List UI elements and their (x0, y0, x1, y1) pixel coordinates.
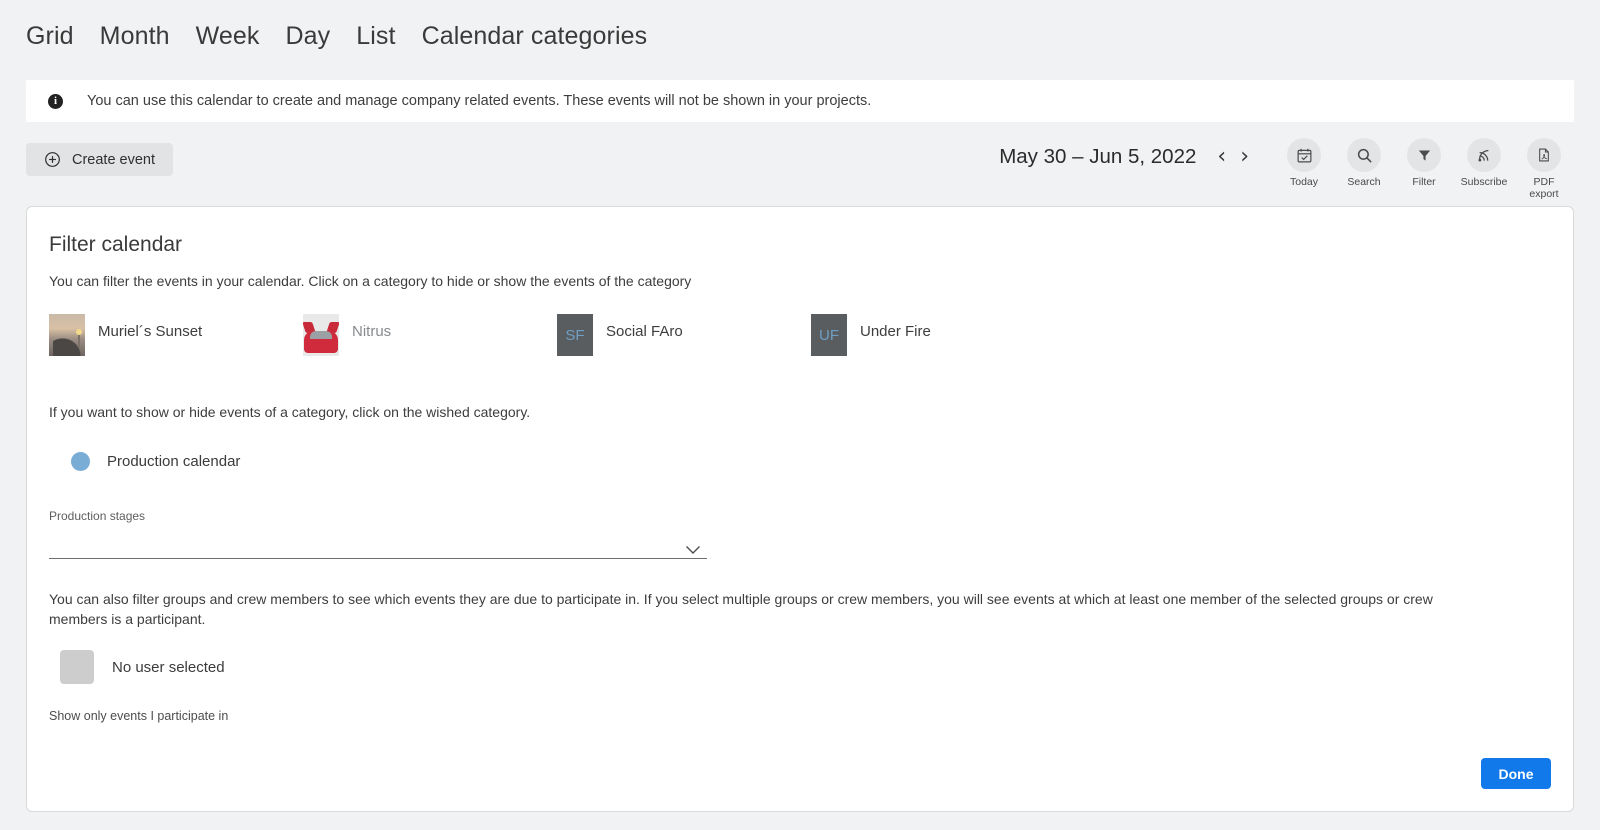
show-only-my-events-label[interactable]: Show only events I participate in (49, 709, 1551, 723)
category-label: Nitrus (352, 323, 392, 340)
filter-panel-subtitle: You can filter the events in your calend… (49, 273, 692, 289)
view-tabs-bar: Grid Month Week Day List Calendar catego… (0, 0, 1600, 58)
category-item-muriels-sunset[interactable]: Muriel´s Sunset (49, 314, 303, 366)
toolbar-subscribe-label: Subscribe (1460, 176, 1508, 188)
toolbar-actions: Today Search Filter Subscribe PDF export (1274, 138, 1574, 200)
calendar-toolbar: Create event May 30 – Jun 5, 2022 ‹ › To… (26, 138, 1574, 199)
toolbar-pdf-export[interactable]: PDF export (1519, 138, 1569, 200)
sunset-photo-thumbnail (49, 314, 85, 356)
category-item-social-faro[interactable]: SF Social FAro (557, 314, 811, 366)
category-label: Under Fire (860, 323, 931, 340)
tab-week[interactable]: Week (196, 22, 260, 51)
info-banner-text: You can use this calendar to create and … (87, 93, 872, 109)
toolbar-today-label: Today (1289, 176, 1319, 188)
funnel-icon (1407, 138, 1441, 172)
calendar-check-icon (1287, 138, 1321, 172)
toolbar-today[interactable]: Today (1279, 138, 1329, 200)
done-button[interactable]: Done (1481, 758, 1551, 789)
create-event-button[interactable]: Create event (26, 143, 174, 176)
production-calendar-label: Production calendar (107, 453, 241, 470)
category-label: Muriel´s Sunset (98, 323, 203, 340)
toolbar-search[interactable]: Search (1339, 138, 1389, 200)
category-initials-avatar: UF (811, 314, 847, 356)
toolbar-filter[interactable]: Filter (1399, 138, 1449, 200)
tab-day[interactable]: Day (285, 22, 330, 51)
tab-list[interactable]: List (356, 22, 395, 51)
production-stages-select[interactable]: Production stages (49, 509, 707, 559)
create-event-label: Create event (72, 151, 156, 168)
production-stages-label: Production stages (49, 509, 146, 523)
filter-calendar-panel: Filter calendar You can filter the event… (26, 206, 1574, 812)
category-list: Muriel´s Sunset Nitrus SF Social FAro UF… (49, 314, 1551, 366)
tab-month[interactable]: Month (100, 22, 170, 51)
toolbar-pdf-export-label: PDF export (1529, 176, 1559, 200)
tab-calendar-categories[interactable]: Calendar categories (422, 22, 648, 51)
date-nav-arrows: ‹ › (1210, 145, 1256, 169)
empty-user-avatar (60, 650, 94, 684)
chevron-down-icon[interactable] (685, 542, 701, 554)
search-icon (1347, 138, 1381, 172)
info-banner: i You can use this calendar to create an… (26, 80, 1574, 122)
page-title: Filter calendar (49, 233, 183, 256)
car-photo-thumbnail (303, 314, 339, 356)
category-item-under-fire[interactable]: UF Under Fire (811, 314, 1065, 366)
prev-period-button[interactable]: ‹ (1210, 145, 1233, 169)
toolbar-filter-label: Filter (1412, 176, 1436, 188)
toolbar-search-label: Search (1347, 176, 1381, 188)
category-hint-text: If you want to show or hide events of a … (49, 404, 531, 420)
info-icon: i (48, 93, 63, 109)
rss-icon (1467, 138, 1501, 172)
production-calendar-toggle[interactable]: Production calendar (49, 452, 1551, 471)
category-label: Social FAro (606, 323, 683, 340)
plus-circle-icon (44, 151, 61, 168)
user-filter-label: No user selected (112, 658, 225, 676)
category-item-nitrus[interactable]: Nitrus (303, 314, 557, 366)
toolbar-subscribe[interactable]: Subscribe (1459, 138, 1509, 200)
category-initials-avatar: SF (557, 314, 593, 356)
date-range-label: May 30 – Jun 5, 2022 (999, 145, 1197, 168)
user-filter-row[interactable]: No user selected (49, 650, 1551, 684)
toolbar-right-group: May 30 – Jun 5, 2022 ‹ › Today Search Fi… (999, 138, 1574, 200)
next-period-button[interactable]: › (1233, 145, 1256, 169)
pdf-file-icon (1527, 138, 1561, 172)
calendar-color-dot-icon (71, 452, 90, 471)
tab-grid[interactable]: Grid (26, 22, 74, 51)
crew-filter-description: You can also filter groups and crew memb… (49, 591, 1433, 627)
